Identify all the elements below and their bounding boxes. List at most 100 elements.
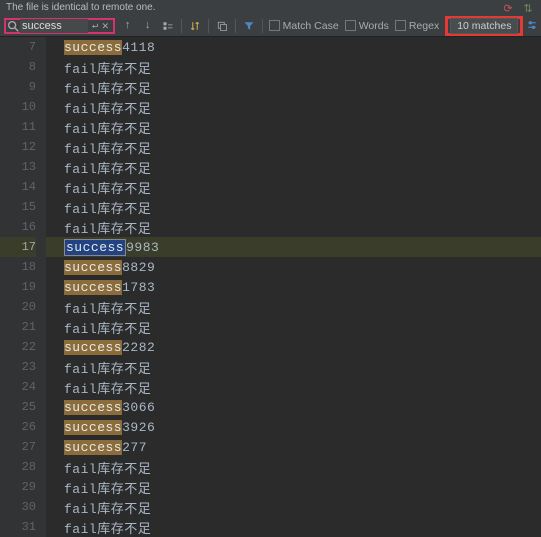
line-number: 19 [0, 277, 36, 297]
text-fragment: fail [64, 522, 97, 537]
line-number: 7 [0, 37, 36, 57]
diff-icon[interactable]: ⇅ [521, 1, 535, 15]
code-area[interactable]: success4118fail库存不足fail库存不足fail库存不足fail库… [46, 37, 541, 537]
line-number: 22 [0, 337, 36, 357]
line-text: fail库存不足 [64, 98, 151, 117]
match-case-checkbox[interactable]: Match Case [269, 20, 339, 32]
text-fragment: 3926 [122, 420, 155, 435]
code-line[interactable]: fail库存不足 [64, 97, 541, 117]
match-highlight: success [64, 260, 122, 275]
code-line[interactable]: success2282 [64, 337, 541, 357]
text-fragment: 库存不足 [97, 322, 151, 337]
code-line[interactable]: fail库存不足 [64, 177, 541, 197]
code-line[interactable]: fail库存不足 [64, 297, 541, 317]
search-input[interactable] [20, 19, 88, 33]
line-text: success3926 [64, 420, 155, 435]
settings-icon[interactable] [525, 18, 539, 32]
line-text: fail库存不足 [64, 478, 151, 497]
search-icon [6, 19, 20, 33]
filter-icon[interactable] [242, 19, 256, 33]
next-match-icon[interactable]: ↓ [141, 19, 155, 33]
code-line[interactable]: success9983 [64, 237, 541, 257]
line-text: success4118 [64, 40, 155, 55]
line-text: success277 [64, 440, 147, 455]
match-highlight: success [64, 340, 122, 355]
text-fragment: fail [64, 122, 97, 137]
text-fragment: 库存不足 [97, 122, 151, 137]
words-checkbox[interactable]: Words [345, 20, 389, 32]
text-fragment: fail [64, 142, 97, 157]
text-fragment: fail [64, 162, 97, 177]
regex-checkbox[interactable]: Regex [395, 20, 439, 32]
code-line[interactable]: fail库存不足 [64, 157, 541, 177]
line-text: success9983 [64, 239, 159, 256]
code-line[interactable]: success3926 [64, 417, 541, 437]
text-fragment: 2282 [122, 340, 155, 355]
line-number: 26 [0, 417, 36, 437]
line-number: 23 [0, 357, 36, 377]
text-fragment: 9983 [126, 240, 159, 255]
code-line[interactable]: fail库存不足 [64, 137, 541, 157]
code-line[interactable]: fail库存不足 [64, 217, 541, 237]
match-highlight: success [64, 420, 122, 435]
text-fragment: fail [64, 462, 97, 477]
text-fragment: 库存不足 [97, 502, 151, 517]
prev-match-icon[interactable]: ↑ [121, 19, 135, 33]
code-line[interactable]: success4118 [64, 37, 541, 57]
sync-icon[interactable]: ⟳ [501, 1, 515, 15]
close-search-icon[interactable]: ✕ [102, 19, 109, 33]
text-fragment: 1783 [122, 280, 155, 295]
line-number: 9 [0, 77, 36, 97]
line-text: fail库存不足 [64, 518, 151, 537]
code-line[interactable]: success8829 [64, 257, 541, 277]
checkbox-icon [269, 20, 280, 31]
line-text: fail库存不足 [64, 158, 151, 177]
code-line[interactable]: fail库存不足 [64, 117, 541, 137]
text-fragment: 库存不足 [97, 62, 151, 77]
code-line[interactable]: fail库存不足 [64, 477, 541, 497]
code-line[interactable]: success1783 [64, 277, 541, 297]
line-text: success8829 [64, 260, 155, 275]
select-all-icon[interactable] [161, 19, 175, 33]
line-number: 31 [0, 517, 36, 537]
divider [262, 19, 263, 33]
text-fragment: 4118 [122, 40, 155, 55]
code-line[interactable]: fail库存不足 [64, 197, 541, 217]
code-line[interactable]: fail库存不足 [64, 517, 541, 537]
notification-bar: The file is identical to remote one. ⟳ ⇅ [0, 0, 541, 15]
text-fragment: 3066 [122, 400, 155, 415]
gutter: 7891011121314151617181920212223242526272… [0, 37, 46, 537]
code-line[interactable]: fail库存不足 [64, 357, 541, 377]
text-fragment: fail [64, 62, 97, 77]
export-icon[interactable] [215, 19, 229, 33]
line-text: success2282 [64, 340, 155, 355]
line-text: success1783 [64, 280, 155, 295]
sort-icon[interactable] [188, 19, 202, 33]
checkbox-icon [395, 20, 406, 31]
line-text: fail库存不足 [64, 318, 151, 337]
code-line[interactable]: success277 [64, 437, 541, 457]
enter-icon[interactable]: ↵ [92, 20, 98, 32]
editor[interactable]: 7891011121314151617181920212223242526272… [0, 37, 541, 537]
match-highlight: success [64, 280, 122, 295]
code-line[interactable]: fail库存不足 [64, 77, 541, 97]
line-number: 20 [0, 297, 36, 317]
line-number: 15 [0, 197, 36, 217]
code-line[interactable]: fail库存不足 [64, 57, 541, 77]
line-number: 30 [0, 497, 36, 517]
code-line[interactable]: fail库存不足 [64, 497, 541, 517]
code-line[interactable]: fail库存不足 [64, 377, 541, 397]
code-line[interactable]: success3066 [64, 397, 541, 417]
line-number: 14 [0, 177, 36, 197]
text-fragment: 库存不足 [97, 202, 151, 217]
code-line[interactable]: fail库存不足 [64, 317, 541, 337]
code-line[interactable]: fail库存不足 [64, 457, 541, 477]
line-number: 25 [0, 397, 36, 417]
text-fragment: fail [64, 102, 97, 117]
text-fragment: fail [64, 82, 97, 97]
text-fragment: fail [64, 322, 97, 337]
text-fragment: 库存不足 [97, 142, 151, 157]
text-fragment: 277 [122, 440, 147, 455]
text-fragment: fail [64, 482, 97, 497]
matches-highlight: 10 matches [445, 16, 523, 36]
